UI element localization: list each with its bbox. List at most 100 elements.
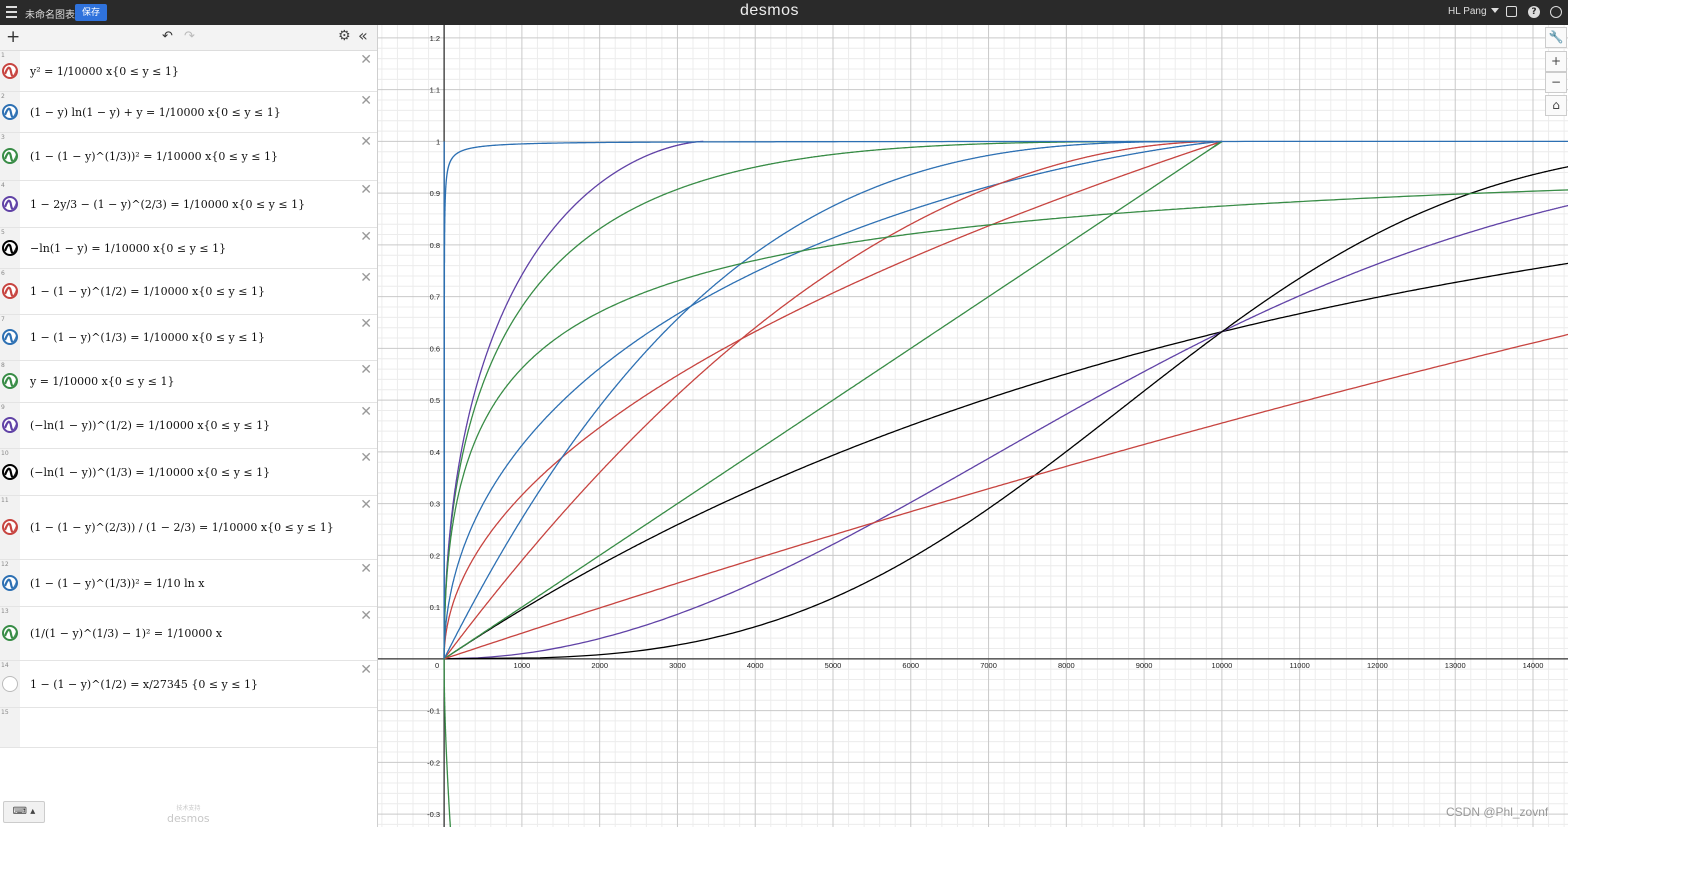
- desmos-logo: desmos: [740, 2, 800, 19]
- expression-formula[interactable]: (−ln(1 − y))^(1/2) = 1/10000 x{0 ≤ y ≤ 1…: [30, 419, 270, 432]
- expression-row[interactable]: 9 (−ln(1 − y))^(1/2) = 1/10000 x{0 ≤ y ≤ …: [0, 403, 377, 449]
- y-tick-label: 0.3: [430, 500, 440, 509]
- delete-expression-icon[interactable]: ✕: [360, 134, 372, 150]
- x-tick-label: 14000: [1523, 661, 1544, 670]
- expression-row[interactable]: 2 (1 − y) ln(1 − y) + y = 1/10000 x{0 ≤ y…: [0, 92, 377, 133]
- expression-formula[interactable]: 1 − (1 − y)^(1/2) = 1/10000 x{0 ≤ y ≤ 1}: [30, 285, 265, 298]
- graph-canvas[interactable]: 0 1000 2000 3000 4000 5000 6000 7000 8000 9000 100…: [378, 25, 1568, 827]
- y-tick-label: 0.7: [430, 293, 440, 302]
- expression-row[interactable]: 14 1 − (1 − y)^(1/2) = x/27345 {0 ≤ y ≤ 1…: [0, 661, 377, 708]
- delete-expression-icon[interactable]: ✕: [360, 270, 372, 286]
- curve-color-toggle-icon[interactable]: [2, 625, 18, 641]
- expression-row[interactable]: 7 1 − (1 − y)^(1/3) = 1/10000 x{0 ≤ y ≤ 1…: [0, 315, 377, 361]
- wrench-icon[interactable]: 🔧: [1545, 27, 1567, 48]
- delete-expression-icon[interactable]: ✕: [360, 662, 372, 678]
- zoom-in-button[interactable]: +: [1545, 51, 1567, 72]
- curve-color-toggle-icon[interactable]: [2, 519, 18, 535]
- delete-expression-icon[interactable]: ✕: [360, 362, 372, 378]
- expression-formula[interactable]: 1 − 2y/3 − (1 − y)^(2/3) = 1/10000 x{0 ≤…: [30, 198, 305, 211]
- plus-icon[interactable]: +: [6, 27, 20, 47]
- curve-color-toggle-icon[interactable]: [2, 103, 18, 120]
- expression-formula[interactable]: −ln(1 − y) = 1/10000 x{0 ≤ y ≤ 1}: [30, 242, 226, 255]
- zoom-out-button[interactable]: −: [1545, 72, 1567, 93]
- expression-row[interactable]: 6 1 − (1 − y)^(1/2) = 1/10000 x{0 ≤ y ≤ 1…: [0, 269, 377, 315]
- curve-color-toggle-icon[interactable]: [2, 283, 18, 299]
- home-icon[interactable]: ⌂: [1545, 95, 1567, 116]
- graph-title[interactable]: 未命名图表: [25, 6, 75, 21]
- curve-color-toggle-icon[interactable]: [2, 62, 18, 79]
- save-button[interactable]: 保存: [75, 4, 107, 21]
- curve-color-toggle-icon[interactable]: [2, 574, 18, 591]
- x-tick-label: 1000: [514, 661, 531, 670]
- delete-expression-icon[interactable]: ✕: [360, 608, 372, 624]
- curve-color-toggle-icon[interactable]: [2, 463, 18, 480]
- hidden-curve-toggle-icon[interactable]: [2, 675, 18, 692]
- expression-row[interactable]: 1 y² = 1/10000 x{0 ≤ y ≤ 1} ✕: [0, 51, 377, 92]
- x-tick-label: 3000: [669, 661, 686, 670]
- y-tick-label: -0.3: [427, 810, 440, 819]
- expression-row[interactable]: 3 (1 − (1 − y)^(1/3))² = 1/10000 x{0 ≤ y …: [0, 133, 377, 181]
- curve-color-toggle-icon[interactable]: [2, 239, 18, 256]
- expression-row[interactable]: 12 (1 − (1 − y)^(1/3))² = 1/10 ln x ✕: [0, 560, 377, 607]
- globe-icon[interactable]: [1550, 6, 1562, 18]
- x-tick-label: 6000: [902, 661, 919, 670]
- y-tick-label: -0.1: [427, 707, 440, 716]
- x-tick-label: 0: [435, 661, 439, 670]
- graph-svg[interactable]: 0 1000 2000 3000 4000 5000 6000 7000 8000 9000 100…: [378, 25, 1568, 827]
- user-menu[interactable]: HL Pang: [1448, 6, 1499, 17]
- x-tick-label: 12000: [1367, 661, 1388, 670]
- expression-number: 5: [1, 229, 5, 236]
- expression-formula[interactable]: (1 − (1 − y)^(1/3))² = 1/10 ln x: [30, 577, 204, 590]
- expression-formula[interactable]: 1 − (1 − y)^(1/2) = x/27345 {0 ≤ y ≤ 1}: [30, 678, 258, 691]
- double-chevron-left-icon[interactable]: «: [358, 26, 368, 45]
- y-tick-label: 0.6: [430, 344, 440, 353]
- curve-color-toggle-icon[interactable]: [2, 373, 18, 389]
- keyboard-icon[interactable]: ⌨ ▴: [3, 801, 45, 823]
- delete-expression-icon[interactable]: ✕: [360, 450, 372, 466]
- expression-row[interactable]: 11 (1 − (1 − y)^(2/3)) / (1 − 2/3) = 1/10…: [0, 496, 377, 560]
- expression-row[interactable]: 10 (−ln(1 − y))^(1/3) = 1/10000 x{0 ≤ y ≤…: [0, 449, 377, 496]
- expression-row[interactable]: 4 1 − 2y/3 − (1 − y)^(2/3) = 1/10000 x{0 …: [0, 181, 377, 228]
- curve-color-toggle-icon[interactable]: [2, 148, 18, 164]
- y-tick-label: 0.8: [430, 241, 440, 250]
- expression-formula[interactable]: (1/(1 − y)^(1/3) − 1)² = 1/10000 x: [30, 627, 222, 640]
- x-tick-label: 8000: [1058, 661, 1075, 670]
- expression-panel: + ↶ ↷ ⚙ « 1 y² = 1/10000 x{0 ≤ y ≤ 1} ✕ 2 (1…: [0, 25, 378, 827]
- expression-formula[interactable]: y² = 1/10000 x{0 ≤ y ≤ 1}: [30, 65, 179, 78]
- y-tick-label: 1.2: [430, 34, 440, 43]
- curve-color-toggle-icon[interactable]: [2, 195, 18, 212]
- curve-color-toggle-icon[interactable]: [2, 329, 18, 345]
- redo-icon[interactable]: ↷: [184, 29, 195, 44]
- expression-formula[interactable]: (1 − (1 − y)^(1/3))² = 1/10000 x{0 ≤ y ≤…: [30, 150, 278, 163]
- delete-expression-icon[interactable]: ✕: [360, 93, 372, 109]
- expression-row[interactable]: 13 (1/(1 − y)^(1/3) − 1)² = 1/10000 x ✕: [0, 607, 377, 661]
- expression-formula[interactable]: (1 − y) ln(1 − y) + y = 1/10000 x{0 ≤ y …: [30, 106, 281, 119]
- expression-row[interactable]: 15: [0, 708, 377, 748]
- delete-expression-icon[interactable]: ✕: [360, 52, 372, 68]
- delete-expression-icon[interactable]: ✕: [360, 404, 372, 420]
- share-icon[interactable]: [1506, 6, 1517, 17]
- expression-number: 12: [1, 561, 9, 568]
- expression-row[interactable]: 5 −ln(1 − y) = 1/10000 x{0 ≤ y ≤ 1} ✕: [0, 228, 377, 269]
- delete-expression-icon[interactable]: ✕: [360, 561, 372, 577]
- powered-by: 技术支持 desmos: [167, 805, 210, 825]
- undo-icon[interactable]: ↶: [162, 29, 173, 44]
- expression-formula[interactable]: (−ln(1 − y))^(1/3) = 1/10000 x{0 ≤ y ≤ 1…: [30, 466, 270, 479]
- expression-formula[interactable]: y = 1/10000 x{0 ≤ y ≤ 1}: [30, 375, 174, 388]
- x-tick-label: 11000: [1290, 661, 1310, 670]
- expression-number: 14: [1, 662, 9, 669]
- delete-expression-icon[interactable]: ✕: [360, 182, 372, 198]
- expression-number: 6: [1, 270, 5, 277]
- expression-row[interactable]: 8 y = 1/10000 x{0 ≤ y ≤ 1} ✕: [0, 361, 377, 403]
- delete-expression-icon[interactable]: ✕: [360, 316, 372, 332]
- expression-formula[interactable]: (1 − (1 − y)^(2/3)) / (1 − 2/3) = 1/1000…: [30, 521, 334, 534]
- expression-number: 3: [1, 134, 5, 141]
- curve-color-toggle-icon[interactable]: [2, 417, 18, 433]
- help-icon[interactable]: ?: [1528, 6, 1540, 18]
- gear-icon[interactable]: ⚙: [338, 28, 351, 44]
- expression-formula[interactable]: 1 − (1 − y)^(1/3) = 1/10000 x{0 ≤ y ≤ 1}: [30, 331, 265, 344]
- delete-expression-icon[interactable]: ✕: [360, 229, 372, 245]
- x-tick-label: 10000: [1211, 661, 1232, 670]
- hamburger-menu-icon[interactable]: [6, 6, 17, 18]
- delete-expression-icon[interactable]: ✕: [360, 497, 372, 513]
